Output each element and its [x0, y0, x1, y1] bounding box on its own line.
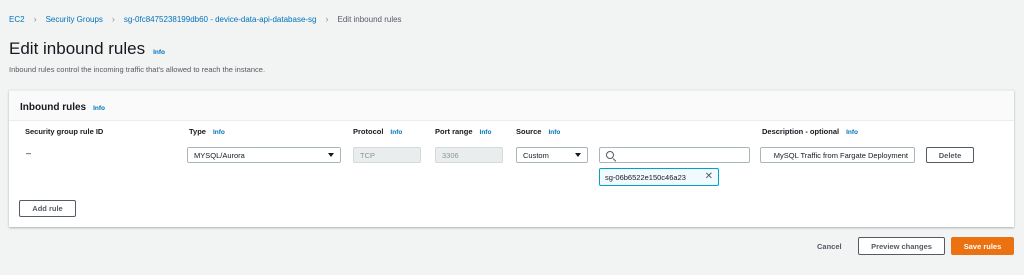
page-description: Inbound rules control the incoming traff… — [9, 65, 266, 74]
panel-title: Inbound rules — [20, 102, 87, 113]
type-select[interactable]: MYSQL/Aurora — [187, 147, 341, 163]
search-icon — [606, 151, 614, 159]
col-header-description: Description - optional Info — [762, 127, 858, 136]
panel-header: Inbound rules Info — [9, 91, 1014, 121]
type-select-value: MYSQL/Aurora — [194, 150, 245, 160]
col-header-protocol: Protocol Info — [353, 127, 402, 136]
col-label-type: Type — [189, 127, 206, 136]
chevron-right-icon: › — [111, 14, 115, 24]
breadcrumb-security-group[interactable]: sg-0fc8475238199db60 - device-data-api-d… — [124, 15, 317, 24]
page-title: Edit inbound rules — [9, 39, 146, 58]
delete-button[interactable]: Delete — [926, 147, 974, 163]
description-info-link[interactable]: Info — [846, 129, 858, 136]
port-range-info-link[interactable]: Info — [480, 129, 492, 136]
panel-title-row: Inbound rules Info — [20, 102, 105, 113]
description-value: MySQL Traffic from Fargate Deployment — [773, 150, 908, 160]
col-label-source: Source — [516, 127, 542, 136]
source-token-label: sg-06b6522e150c46a23 — [605, 172, 686, 182]
description-input[interactable]: MySQL Traffic from Fargate Deployment — [760, 147, 915, 163]
source-select[interactable]: Custom — [516, 147, 588, 163]
port-range-value: 3306 — [442, 150, 459, 160]
caret-down-icon — [575, 153, 581, 157]
chevron-right-icon: › — [33, 14, 37, 24]
page-info-link[interactable]: Info — [153, 49, 165, 56]
source-search-input[interactable] — [599, 147, 750, 163]
col-label-description: Description - optional — [762, 127, 840, 136]
close-icon[interactable]: ✕ — [705, 172, 713, 182]
page-title-row: Edit inbound rules Info — [9, 39, 165, 59]
breadcrumb-current: Edit inbound rules — [337, 14, 402, 24]
breadcrumb-ec2[interactable]: EC2 — [9, 15, 25, 24]
col-label-rule-id: Security group rule ID — [25, 127, 104, 136]
col-label-port-range: Port range — [435, 127, 473, 136]
col-label-protocol: Protocol — [353, 127, 384, 136]
col-header-port-range: Port range Info — [435, 127, 491, 136]
col-header-source: Source Info — [516, 127, 560, 136]
chevron-right-icon: › — [325, 14, 329, 24]
source-token: sg-06b6522e150c46a23 ✕ — [599, 168, 719, 186]
caret-down-icon — [328, 153, 334, 157]
preview-changes-button[interactable]: Preview changes — [858, 237, 945, 255]
rule-id-value: – — [26, 148, 32, 158]
save-rules-button[interactable]: Save rules — [951, 237, 1014, 255]
cancel-button[interactable]: Cancel — [817, 242, 842, 251]
port-range-field: 3306 — [435, 147, 503, 163]
source-info-link[interactable]: Info — [548, 129, 560, 136]
type-info-link[interactable]: Info — [213, 129, 225, 136]
col-header-type: Type Info — [189, 127, 225, 136]
protocol-info-link[interactable]: Info — [390, 129, 402, 136]
protocol-value: TCP — [360, 150, 375, 160]
protocol-field: TCP — [353, 147, 421, 163]
source-select-value: Custom — [523, 150, 549, 160]
col-header-rule-id: Security group rule ID — [25, 127, 103, 136]
breadcrumb-security-groups[interactable]: Security Groups — [46, 15, 103, 24]
inbound-rules-panel: Inbound rules Info Security group rule I… — [9, 90, 1014, 227]
breadcrumb: EC2 › Security Groups › sg-0fc8475238199… — [9, 14, 402, 24]
add-rule-button[interactable]: Add rule — [19, 200, 76, 217]
panel-info-link[interactable]: Info — [93, 105, 105, 112]
